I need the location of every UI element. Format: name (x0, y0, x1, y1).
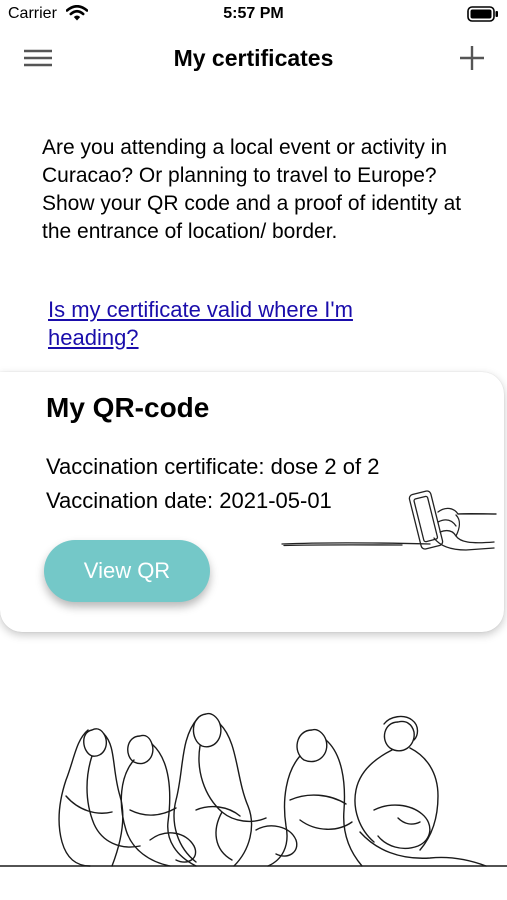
navigation-bar: My certificates (0, 36, 507, 82)
people-group-illustration (0, 700, 507, 900)
view-qr-button[interactable]: View QR (44, 540, 210, 602)
status-bar: Carrier 5:57 PM (0, 0, 507, 30)
card-title: My QR-code (46, 392, 210, 423)
qr-code-card: My QR-code Vaccination certificate: dose… (0, 372, 504, 632)
battery-icon (467, 6, 499, 27)
hamburger-menu-icon[interactable] (20, 46, 56, 72)
status-time: 5:57 PM (223, 5, 284, 22)
phone-hand-illustration (280, 482, 504, 567)
certificate-validity-link[interactable]: Is my certificate valid where I'm headin… (48, 296, 448, 352)
page-title: My certificates (173, 45, 334, 71)
certificate-dose-text: Vaccination certificate: dose 2 of 2 (46, 454, 380, 479)
plus-icon[interactable] (457, 43, 487, 73)
intro-text: Are you attending a local event or activ… (42, 136, 462, 243)
